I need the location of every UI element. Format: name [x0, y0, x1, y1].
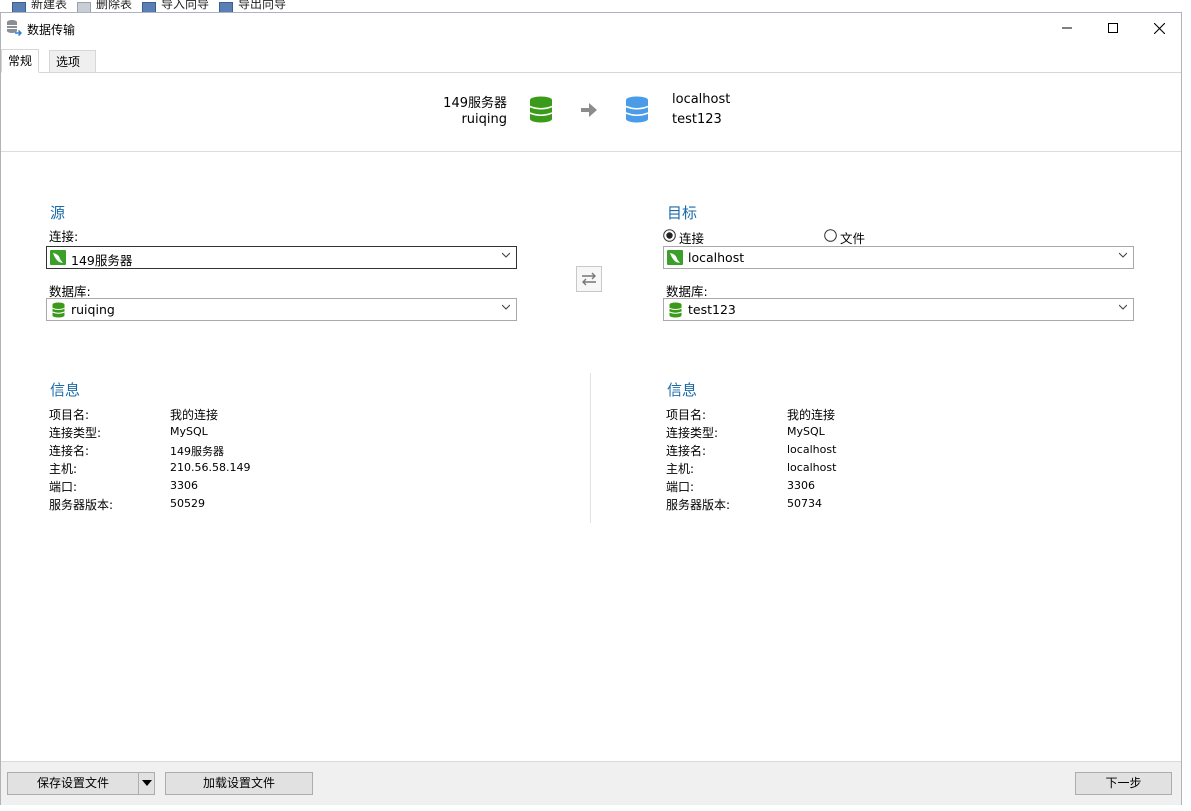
next-button[interactable]: 下一步 [1075, 772, 1172, 795]
footer-bar: 保存设置文件 加载设置文件 下一步 [1, 761, 1181, 805]
target-database-select[interactable]: test123 [663, 298, 1134, 321]
close-icon [1153, 22, 1165, 34]
radio-selected-icon [663, 229, 676, 242]
radio-file-label: 文件 [840, 231, 866, 246]
transfer-summary: 149服务器 ruiqing localhost test123 [1, 72, 1181, 152]
maximize-icon [1108, 23, 1118, 33]
split-divider [138, 773, 139, 794]
summary-source-connection: 149服务器 [443, 96, 507, 111]
source-database-value: ruiqing [71, 302, 115, 317]
chevron-down-icon [502, 252, 510, 258]
info-value: localhost [787, 461, 837, 474]
load-settings-button[interactable]: 加载设置文件 [165, 772, 313, 795]
info-label: 连接类型: [49, 426, 102, 440]
swap-button[interactable] [576, 266, 602, 292]
save-settings-label: 保存设置文件 [36, 776, 109, 790]
tab-bar: 常规 选项 [1, 49, 1181, 73]
info-label: 项目名: [666, 408, 707, 422]
info-label: 端口: [666, 480, 695, 494]
data-transfer-window: 数据传输 常规 选项 149服务器 ruiqing localhost test… [0, 12, 1182, 805]
info-label: 端口: [49, 480, 78, 494]
maximize-button[interactable] [1090, 13, 1136, 43]
target-connection-select[interactable]: localhost [663, 246, 1134, 269]
source-connection-value: 149服务器 [71, 253, 133, 268]
target-connection-value: localhost [688, 250, 745, 265]
close-button[interactable] [1136, 13, 1182, 43]
radio-unselected-icon [824, 229, 837, 242]
data-transfer-icon [7, 20, 22, 36]
source-info-title: 信息 [50, 381, 81, 399]
info-label: 连接名: [666, 444, 707, 458]
info-label: 连接名: [49, 444, 90, 458]
database-icon [669, 302, 682, 318]
info-label: 主机: [49, 462, 78, 476]
info-label: 服务器版本: [666, 498, 731, 512]
info-value: 我的连接 [787, 408, 836, 422]
green-database-icon [529, 96, 553, 123]
summary-source-database: ruiqing [461, 112, 507, 127]
tab-options[interactable]: 选项 [49, 50, 96, 73]
mysql-connection-icon [50, 250, 66, 265]
minimize-icon [1062, 27, 1072, 29]
title-bar: 数据传输 [1, 13, 1181, 44]
blue-database-icon [625, 96, 649, 123]
info-divider [590, 373, 591, 523]
info-label: 连接类型: [666, 426, 719, 440]
source-title: 源 [50, 204, 66, 222]
mysql-connection-icon [667, 250, 683, 265]
radio-connection-label: 连接 [679, 231, 705, 246]
database-icon [52, 302, 65, 318]
info-value: 3306 [170, 479, 198, 492]
summary-target-connection: localhost [672, 92, 731, 107]
window-title: 数据传输 [27, 23, 76, 37]
source-connection-select[interactable]: 149服务器 [46, 246, 517, 269]
source-connection-label: 连接: [49, 229, 79, 244]
target-info-title: 信息 [667, 381, 698, 399]
import-wizard-item: 导入向导 [161, 0, 210, 11]
info-value: 210.56.58.149 [170, 461, 251, 474]
info-value: MySQL [787, 425, 825, 438]
chevron-down-icon [1119, 304, 1127, 310]
chevron-down-icon [502, 304, 510, 310]
info-label: 服务器版本: [49, 498, 114, 512]
info-value: 149服务器 [170, 445, 224, 458]
new-table-item: 新建表 [31, 0, 68, 11]
delete-table-item: 删除表 [96, 0, 133, 11]
target-database-value: test123 [688, 302, 736, 317]
dropdown-arrow-icon[interactable] [142, 780, 152, 787]
swap-arrows-icon [582, 272, 596, 286]
info-value: MySQL [170, 425, 208, 438]
info-value: 3306 [787, 479, 815, 492]
info-label: 项目名: [49, 408, 90, 422]
export-wizard-item: 导出向导 [238, 0, 287, 11]
minimize-button[interactable] [1044, 13, 1090, 43]
chevron-down-icon [1119, 252, 1127, 258]
info-value: localhost [787, 443, 837, 456]
summary-target-database: test123 [672, 112, 722, 127]
info-value: 我的连接 [170, 408, 219, 422]
info-value: 50529 [170, 497, 205, 510]
save-settings-button[interactable]: 保存设置文件 [7, 772, 155, 795]
source-database-select[interactable]: ruiqing [46, 298, 517, 321]
target-title: 目标 [667, 204, 698, 222]
info-value: 50734 [787, 497, 822, 510]
tab-general[interactable]: 常规 [1, 49, 40, 73]
right-arrow-icon [581, 103, 597, 117]
info-label: 主机: [666, 462, 695, 476]
